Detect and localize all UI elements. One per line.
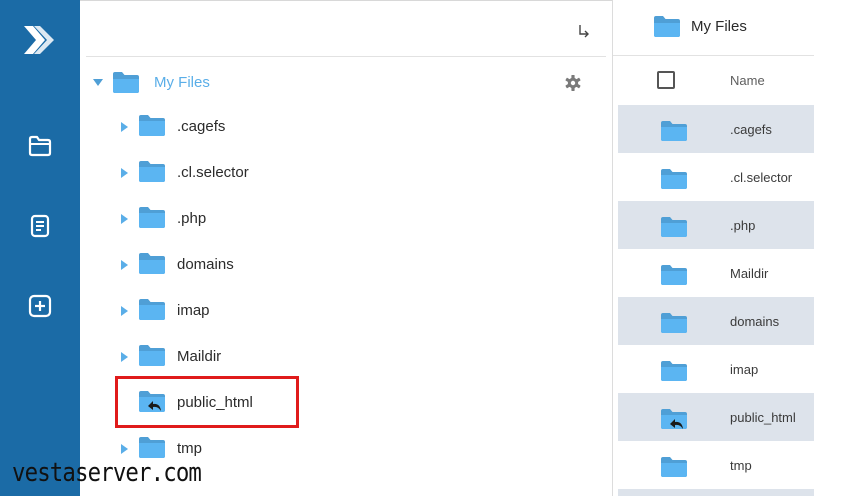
caret-right-icon[interactable] xyxy=(121,214,128,224)
file-name[interactable]: .php xyxy=(730,218,755,233)
file-row[interactable]: .cl.selector xyxy=(618,153,814,201)
breadcrumb-label[interactable]: My Files xyxy=(691,18,747,35)
nav-add-button[interactable] xyxy=(24,290,56,322)
caret-down-icon[interactable] xyxy=(93,79,103,86)
folder-icon xyxy=(661,361,687,381)
tree-root-my-files[interactable]: My Files xyxy=(80,65,612,101)
collapse-arrow-icon[interactable] xyxy=(576,23,592,39)
caret-right-icon[interactable] xyxy=(121,260,128,270)
document-icon xyxy=(30,214,50,238)
caret-right-icon[interactable] xyxy=(121,168,128,178)
folder-icon xyxy=(661,169,687,189)
folder-icon xyxy=(28,135,52,157)
app-logo-icon[interactable] xyxy=(20,20,60,60)
tree-item[interactable]: .cl.selector xyxy=(80,155,612,191)
caret-right-icon[interactable] xyxy=(121,352,128,362)
file-row[interactable]: domains xyxy=(618,297,814,345)
column-header-name[interactable]: Name xyxy=(730,73,765,88)
folder-icon xyxy=(661,217,687,237)
tree-item[interactable]: imap xyxy=(80,293,612,329)
folder-icon xyxy=(661,313,687,333)
tree-toolbar xyxy=(86,1,606,57)
select-all-checkbox[interactable] xyxy=(657,71,675,89)
folder-icon xyxy=(139,437,165,458)
tree-item[interactable]: Maildir xyxy=(80,339,612,375)
file-row[interactable]: tmp xyxy=(618,441,814,489)
file-row[interactable] xyxy=(618,489,814,496)
highlight-box xyxy=(115,376,299,428)
file-name[interactable]: .cl.selector xyxy=(730,170,792,185)
caret-right-icon[interactable] xyxy=(121,444,128,454)
folder-icon xyxy=(113,72,139,93)
nav-rail xyxy=(0,0,80,496)
file-name[interactable]: .cagefs xyxy=(730,122,772,137)
folder-icon xyxy=(139,345,165,366)
file-name[interactable]: tmp xyxy=(730,458,752,473)
file-name[interactable]: domains xyxy=(730,314,779,329)
tree-item-label[interactable]: Maildir xyxy=(177,348,221,365)
file-row[interactable]: .php xyxy=(618,201,814,249)
gear-icon[interactable] xyxy=(564,74,582,92)
folder-symlink-icon xyxy=(661,409,687,429)
watermark-text: vestaserver.com xyxy=(12,458,202,488)
tree-item-label[interactable]: tmp xyxy=(177,440,202,457)
breadcrumb: My Files xyxy=(613,0,814,56)
file-name[interactable]: public_html xyxy=(730,410,796,425)
file-name[interactable]: Maildir xyxy=(730,266,768,281)
folder-icon xyxy=(661,265,687,285)
file-list-panel: My Files Name .cagefs .cl.selector .php … xyxy=(613,0,814,496)
tree-item-label[interactable]: .cagefs xyxy=(177,118,225,135)
file-name[interactable]: imap xyxy=(730,362,758,377)
add-icon xyxy=(28,294,52,318)
file-row[interactable]: Maildir xyxy=(618,249,814,297)
folder-icon xyxy=(139,115,165,136)
list-header: Name xyxy=(613,56,814,104)
tree-root-label[interactable]: My Files xyxy=(154,74,210,91)
nav-files-button[interactable] xyxy=(24,130,56,162)
tree-item-label[interactable]: imap xyxy=(177,302,210,319)
caret-right-icon[interactable] xyxy=(121,306,128,316)
file-row[interactable]: imap xyxy=(618,345,814,393)
folder-icon xyxy=(139,299,165,320)
caret-right-icon[interactable] xyxy=(121,122,128,132)
tree-item[interactable]: .php xyxy=(80,201,612,237)
file-row[interactable]: .cagefs xyxy=(618,105,814,153)
folder-icon xyxy=(654,16,680,37)
folder-icon xyxy=(139,207,165,228)
tree-item-label[interactable]: .cl.selector xyxy=(177,164,249,181)
folder-icon xyxy=(661,121,687,141)
file-row-public-html[interactable]: public_html xyxy=(618,393,814,441)
tree-item[interactable]: domains xyxy=(80,247,612,283)
tree-item-label[interactable]: .php xyxy=(177,210,206,227)
tree-item-label[interactable]: domains xyxy=(177,256,234,273)
folder-icon xyxy=(139,253,165,274)
folder-icon xyxy=(661,457,687,477)
nav-documents-button[interactable] xyxy=(24,210,56,242)
folder-icon xyxy=(139,161,165,182)
tree-item[interactable]: .cagefs xyxy=(80,109,612,145)
